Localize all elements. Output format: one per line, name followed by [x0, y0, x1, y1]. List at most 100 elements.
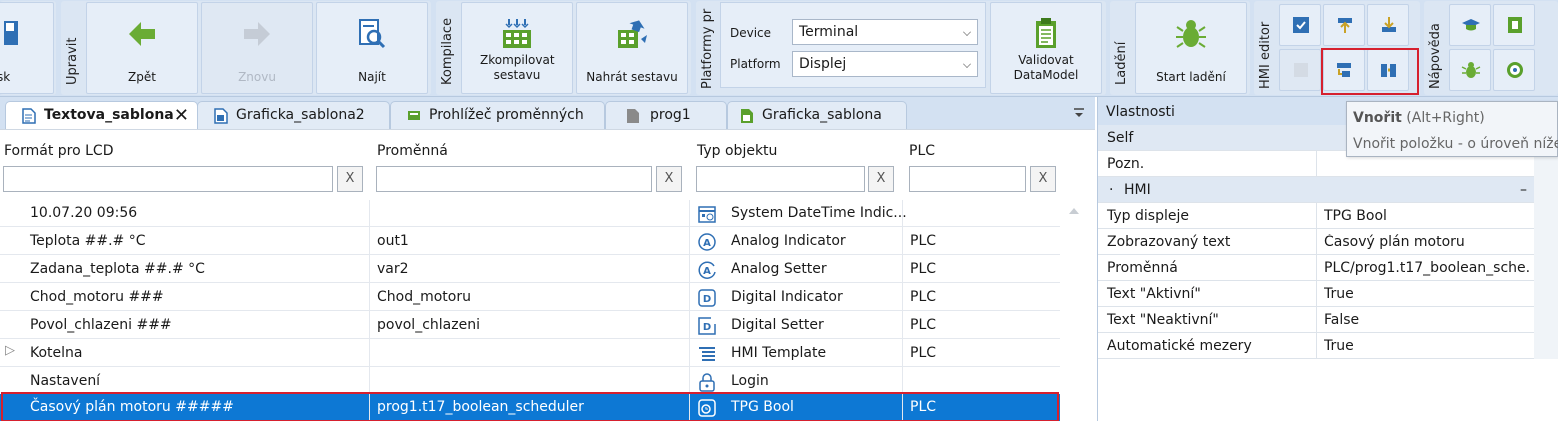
tab-label: Prohlížeč proměnných [429, 107, 584, 123]
manual-icon [1508, 17, 1522, 33]
property-section-hmi[interactable]: · HMI – [1098, 177, 1534, 203]
tab-textova-sablona[interactable]: Textova_sablona ✕ [5, 101, 198, 130]
help-tutorial-button[interactable] [1449, 4, 1491, 46]
property-row[interactable]: Text "Aktivní" True [1098, 281, 1534, 307]
file-group: sk [0, 1, 56, 95]
property-value[interactable]: False [1324, 312, 1530, 328]
property-row[interactable]: Zobrazovaný text Časový plán motoru [1098, 229, 1534, 255]
hmi-remove-button[interactable] [1279, 49, 1321, 91]
document-tabs: Textova_sablona ✕ Graficka_sablona2 Proh… [0, 97, 1095, 130]
section-label: HMI [1124, 182, 1151, 198]
cell-format: Povol_chlazeni ### [30, 317, 172, 333]
table-row[interactable]: Teplota ##.# °C out1 A Analog Indicator … [0, 228, 1060, 255]
properties-scrollbar[interactable] [1534, 125, 1558, 359]
close-icon[interactable]: ✕ [174, 105, 189, 126]
hmi-move-down-button[interactable] [1367, 4, 1409, 46]
property-key: Text "Aktivní" [1107, 286, 1201, 302]
tab-prog1[interactable]: prog1 [605, 101, 727, 129]
tab-label: Graficka_sablona [762, 107, 882, 123]
find-button[interactable]: Najít [316, 2, 428, 94]
edit-group: Upravit Zpět Znovu Najít [61, 1, 431, 95]
property-row[interactable]: Automatické mezery True [1098, 333, 1534, 359]
digital-indicator-icon: D [698, 289, 716, 307]
table-row[interactable]: Chod_motoru ### Chod_motoru D Digital In… [0, 284, 1060, 311]
property-divider [1316, 307, 1317, 333]
platform-select-value: Displej [799, 56, 847, 72]
compile-group-label: Kompilace [440, 17, 455, 85]
cell-format: 10.07.20 09:56 [30, 205, 138, 221]
redo-button[interactable]: Znovu [201, 2, 313, 94]
table-row[interactable]: Nastavení Login [0, 368, 1060, 395]
clear-filter-plc-button[interactable]: X [1030, 166, 1056, 192]
clear-filter-variable-button[interactable]: X [656, 166, 682, 192]
start-debug-button[interactable]: Start ladění [1135, 2, 1247, 94]
column-header-type[interactable]: Typ objektu [697, 143, 777, 159]
variable-viewer-icon [408, 111, 420, 120]
tab-graficka-sablona[interactable]: Graficka_sablona [727, 101, 907, 129]
upload-button[interactable]: Nahrát sestavu [576, 2, 688, 94]
property-row[interactable]: Typ displeje TPG Bool [1098, 203, 1534, 229]
cell-type: Analog Indicator [731, 233, 846, 249]
property-value[interactable]: PLC/prog1.t17_boolean_sche... [1324, 260, 1530, 276]
move-down-icon [1382, 17, 1396, 32]
property-row[interactable]: Proměnná PLC/prog1.t17_boolean_sche... [1098, 255, 1534, 281]
cell-format: Zadana_teplota ##.# °C [30, 261, 205, 277]
column-header-variable[interactable]: Proměnná [377, 143, 448, 159]
compile-button[interactable]: Zkompilovat sestavu [461, 2, 573, 94]
property-row[interactable]: Text "Neaktivní" False [1098, 307, 1534, 333]
grid-vertical-scrollbar[interactable] [1062, 200, 1086, 421]
property-divider [1316, 333, 1317, 359]
help-manual-button[interactable] [1493, 4, 1535, 46]
cell-variable: out1 [377, 233, 409, 249]
help-report-bug-button[interactable] [1449, 49, 1491, 91]
move-up-icon [1338, 18, 1352, 33]
validate-datamodel-button[interactable]: Validovat DataModel [990, 2, 1102, 94]
redo-label: Znovu [238, 70, 276, 84]
clipboard-check-icon [1036, 18, 1056, 48]
column-header-plc[interactable]: PLC [909, 143, 935, 159]
save-as-button[interactable]: sk [0, 2, 54, 94]
tab-graficka-sablona2[interactable]: Graficka_sablona2 [197, 101, 390, 129]
help-about-button[interactable] [1493, 49, 1535, 91]
save-icon [4, 21, 18, 45]
property-value[interactable]: True [1324, 338, 1530, 354]
collapse-section-icon[interactable]: – [1520, 182, 1527, 198]
filter-input-format[interactable] [3, 166, 333, 192]
table-row[interactable]: Zadana_teplota ##.# °C var2 A Analog Set… [0, 256, 1060, 283]
cell-variable: var2 [377, 261, 409, 277]
property-value[interactable]: True [1324, 286, 1530, 302]
back-button[interactable]: Zpět [86, 2, 198, 94]
filter-input-plc[interactable] [909, 166, 1026, 192]
find-label: Najít [358, 70, 386, 84]
property-divider [1316, 255, 1317, 281]
hmi-move-up-button[interactable] [1323, 4, 1365, 46]
tab-list-menu-icon[interactable] [1072, 106, 1086, 120]
cell-type: Digital Setter [731, 317, 824, 333]
clear-filter-type-button[interactable]: X [868, 166, 894, 192]
cell-type: Digital Indicator [731, 289, 843, 305]
device-select[interactable]: Terminal [792, 19, 978, 45]
graphic-template-icon [214, 108, 228, 124]
property-key: Self [1107, 130, 1134, 146]
property-value[interactable]: Časový plán motoru [1324, 234, 1530, 250]
table-row[interactable]: Povol_chlazeni ### povol_chlazeni D Digi… [0, 312, 1060, 339]
scroll-up-icon[interactable] [1069, 208, 1079, 214]
property-divider [1316, 229, 1317, 255]
property-key: Text "Neaktivní" [1107, 312, 1219, 328]
help-group-label: Nápověda [1428, 23, 1443, 89]
tooltip-shortcut: (Alt+Right) [1406, 110, 1485, 126]
filter-input-type[interactable] [696, 166, 865, 192]
tab-prohlizec-promennych[interactable]: Prohlížeč proměnných [390, 101, 605, 129]
platforms-group: Platformy pr Device Terminal Platform Di… [696, 1, 1106, 95]
clear-filter-format-button[interactable]: X [337, 166, 363, 192]
expand-row-icon[interactable]: ▷ [5, 343, 15, 358]
login-lock-icon [699, 373, 715, 392]
filter-input-variable[interactable] [376, 166, 652, 192]
hmi-add-item-button[interactable] [1279, 4, 1321, 46]
platform-select[interactable]: Displej [792, 51, 978, 77]
table-row[interactable]: ▷ Kotelna HMI Template PLC [0, 340, 1060, 367]
digital-setter-icon: D [698, 317, 716, 335]
table-row[interactable]: 10.07.20 09:56 System DateTime Indic... [0, 200, 1060, 227]
property-value[interactable]: TPG Bool [1324, 208, 1530, 224]
column-header-format[interactable]: Formát pro LCD [4, 143, 114, 159]
